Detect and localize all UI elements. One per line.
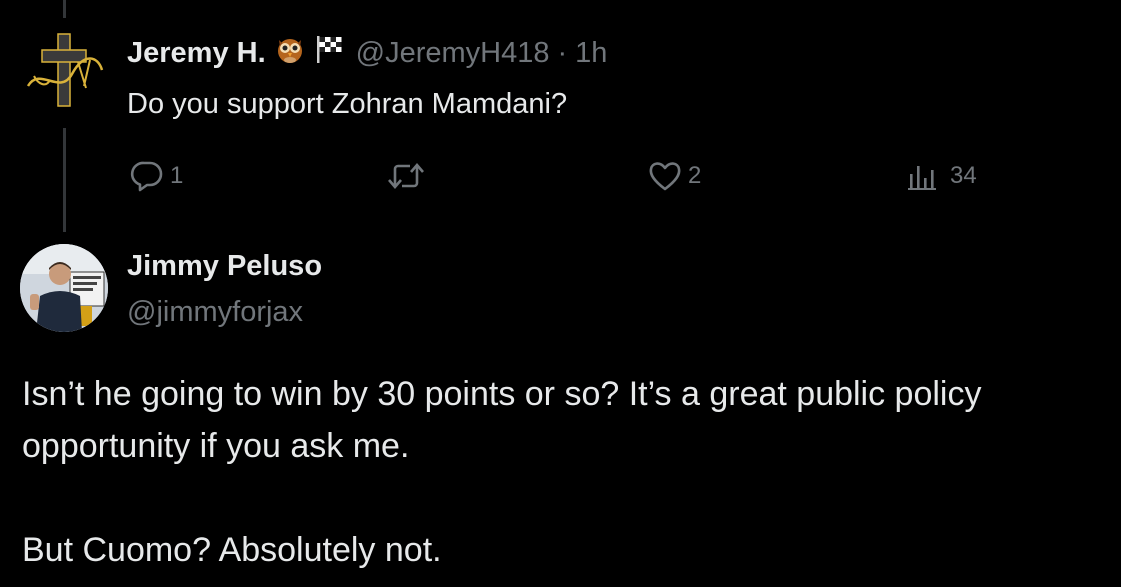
views-button[interactable]: 34 [906,158,977,194]
person-photo-icon [20,244,108,332]
tweet1-timestamp[interactable]: 1h [575,37,607,70]
jeremy-avatar[interactable] [20,26,108,114]
checkered-flag-emoji-icon [314,34,344,72]
reply-icon [130,161,163,192]
tweet2-display-name[interactable]: Jimmy Peluso [127,250,322,283]
tweet2-paragraph: But Cuomo? Absolutely not. [22,531,442,569]
heart-icon [649,162,681,191]
like-count: 2 [688,162,702,189]
tweet1-display-name[interactable]: Jeremy H. [127,37,266,70]
reply-button[interactable]: 1 [130,158,183,194]
tweet2-handle[interactable]: @jimmyforjax [127,296,303,329]
jimmy-avatar[interactable] [20,244,108,332]
thread-connector-top [63,0,66,18]
views-count: 34 [950,162,977,189]
separator-dot: · [557,36,568,69]
tweet2-paragraph: Isn’t he going to win by 30 points or so… [22,375,982,465]
thread-connector [63,128,66,232]
tweet1-handle[interactable]: @JeremyH418 [356,37,550,70]
like-button[interactable]: 2 [648,158,701,194]
tweet2-text: Isn’t he going to win by 30 points or so… [22,368,1117,576]
retweet-icon [388,163,424,189]
retweet-button[interactable] [386,158,426,194]
views-icon [908,166,936,190]
reply-count: 1 [170,162,184,189]
conversation-thread: Jeremy H. @JeremyH418 · 1h Do you suppor… [0,0,1121,587]
cross-logo-icon [20,26,108,114]
owl-emoji-icon [276,34,304,72]
tweet1-header: Jeremy H. @JeremyH418 · 1h [127,34,607,72]
tweet1-text: Do you support Zohran Mamdani? [127,88,568,120]
